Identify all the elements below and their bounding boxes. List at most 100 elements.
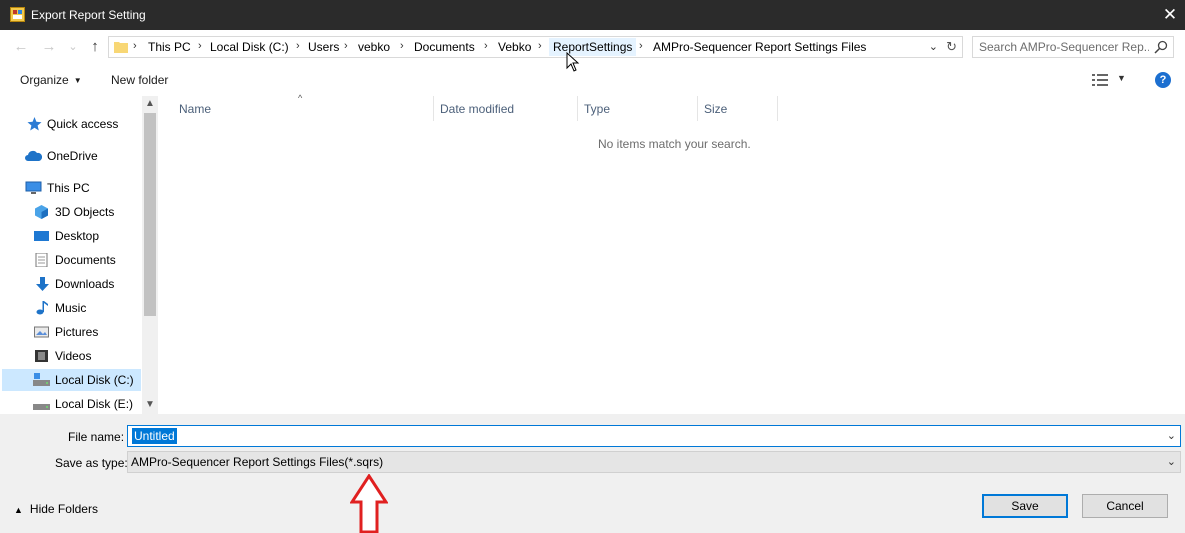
- breadcrumb-current-folder[interactable]: AMPro-Sequencer Report Settings Files: [653, 40, 866, 54]
- caret-down-icon: ▼: [73, 76, 82, 85]
- breadcrumb-vebko-user[interactable]: vebko: [358, 40, 390, 54]
- mouse-pointer-icon: [566, 52, 580, 72]
- caret-up-icon: ▲: [14, 505, 23, 515]
- save-button[interactable]: Save: [982, 494, 1068, 518]
- sidebar-item-label: Downloads: [55, 277, 115, 291]
- column-header-type[interactable]: Type: [584, 102, 610, 120]
- sidebar-item-label: 3D Objects: [55, 205, 115, 219]
- breadcrumb-this-pc[interactable]: This PC: [148, 40, 191, 54]
- pictures-icon: [34, 326, 49, 338]
- sidebar-item-label: Local Disk (C:): [55, 373, 134, 387]
- sidebar-item-label: Local Disk (E:): [55, 397, 134, 411]
- file-name-field[interactable]: Untitled ⌄: [127, 425, 1181, 447]
- view-options-icon[interactable]: [1092, 73, 1108, 87]
- sidebar-item-label: Documents: [55, 253, 116, 267]
- search-input[interactable]: [979, 39, 1149, 55]
- sidebar-item-quick-access[interactable]: Quick access: [2, 113, 141, 135]
- cube-icon: [35, 205, 48, 219]
- address-bar[interactable]: › This PC › Local Disk (C:) › Users › ve…: [108, 36, 963, 58]
- sidebar-item-onedrive[interactable]: OneDrive: [2, 145, 141, 167]
- sidebar-item-downloads[interactable]: Downloads: [2, 273, 141, 295]
- file-name-label: File name:: [68, 430, 125, 444]
- search-box[interactable]: [972, 36, 1174, 58]
- chevron-down-icon[interactable]: ⌄: [1167, 429, 1176, 442]
- breadcrumb-users[interactable]: Users: [308, 40, 339, 54]
- sidebar-item-local-disk-e[interactable]: Local Disk (E:): [2, 393, 141, 414]
- recent-locations-icon[interactable]: ⌄: [64, 38, 82, 56]
- navigation-scrollbar[interactable]: ▲ ▼: [142, 96, 158, 414]
- breadcrumb-separator: ›: [344, 40, 348, 52]
- navigation-pane: Quick access OneDrive This PC 3D Objects…: [0, 96, 158, 414]
- download-icon: [36, 277, 49, 291]
- sidebar-item-label: Quick access: [47, 117, 119, 131]
- desktop-icon: [34, 231, 49, 241]
- scroll-up-icon[interactable]: ▲: [145, 98, 155, 109]
- organize-menu-button[interactable]: Organize ▼: [20, 73, 82, 87]
- sidebar-item-desktop[interactable]: Desktop: [2, 225, 141, 247]
- sidebar-item-3d-objects[interactable]: 3D Objects: [2, 201, 141, 223]
- sidebar-item-label: Music: [55, 301, 87, 315]
- app-icon: [10, 7, 25, 22]
- new-folder-button[interactable]: New folder: [111, 73, 168, 87]
- close-icon[interactable]: ✕: [1155, 0, 1185, 30]
- sidebar-item-documents[interactable]: Documents: [2, 249, 141, 271]
- column-divider[interactable]: [577, 96, 578, 121]
- column-header-name[interactable]: Name: [179, 102, 211, 120]
- breadcrumb-local-disk[interactable]: Local Disk (C:): [210, 40, 289, 54]
- save-as-type-value: AMPro-Sequencer Report Settings Files(*.…: [131, 455, 384, 469]
- search-icon[interactable]: [1154, 40, 1168, 54]
- cancel-button[interactable]: Cancel: [1082, 494, 1168, 518]
- video-icon: [35, 350, 48, 362]
- file-name-input-value[interactable]: Untitled: [132, 428, 177, 444]
- window-title: Export Report Setting: [31, 8, 146, 22]
- save-as-type-select[interactable]: AMPro-Sequencer Report Settings Files(*.…: [127, 451, 1181, 473]
- breadcrumb-documents[interactable]: Documents: [414, 40, 475, 54]
- breadcrumb-separator: ›: [133, 40, 137, 52]
- scrollbar-thumb[interactable]: [144, 113, 156, 316]
- sidebar-item-label: Pictures: [55, 325, 99, 339]
- computer-icon: [25, 181, 42, 194]
- breadcrumb-report-settings[interactable]: ReportSettings: [549, 38, 637, 56]
- column-divider[interactable]: [697, 96, 698, 121]
- save-options-panel: File name: Untitled ⌄ Save as type: AMPr…: [0, 414, 1185, 533]
- document-icon: [35, 253, 48, 267]
- hide-folders-label: Hide Folders: [29, 502, 98, 516]
- breadcrumb-separator: ›: [639, 40, 643, 52]
- sidebar-item-label: OneDrive: [47, 149, 98, 163]
- column-header-size[interactable]: Size: [704, 102, 727, 120]
- help-icon[interactable]: ?: [1155, 72, 1171, 88]
- sidebar-item-label: Videos: [55, 349, 92, 363]
- sidebar-item-local-disk-c[interactable]: Local Disk (C:): [2, 369, 141, 391]
- sidebar-item-pictures[interactable]: Pictures: [2, 321, 141, 343]
- sidebar-item-music[interactable]: Music: [2, 297, 141, 319]
- cloud-icon: [25, 150, 42, 161]
- column-divider[interactable]: [777, 96, 778, 121]
- hide-folders-button[interactable]: ▲ Hide Folders: [14, 502, 98, 516]
- save-as-type-label: Save as type:: [55, 456, 128, 470]
- annotation-arrow-icon: [350, 474, 388, 533]
- address-dropdown-icon[interactable]: ⌄: [929, 40, 938, 53]
- scroll-down-icon[interactable]: ▼: [145, 399, 155, 410]
- chevron-down-icon[interactable]: ⌄: [1167, 455, 1176, 468]
- sort-ascending-icon: ^: [298, 93, 303, 103]
- forward-arrow-icon[interactable]: →: [40, 38, 58, 56]
- sidebar-item-videos[interactable]: Videos: [2, 345, 141, 367]
- star-icon: [27, 117, 42, 131]
- sidebar-item-label: This PC: [47, 181, 90, 195]
- up-arrow-icon[interactable]: ↑: [86, 38, 104, 56]
- column-header-date-modified[interactable]: Date modified: [440, 102, 514, 120]
- file-list-view[interactable]: Name ^ Date modified Type Size No items …: [158, 93, 1185, 414]
- refresh-icon[interactable]: ↻: [946, 39, 957, 55]
- sidebar-item-this-pc[interactable]: This PC: [2, 177, 141, 199]
- breadcrumb-separator: ›: [484, 40, 488, 52]
- view-dropdown-icon[interactable]: ▼: [1117, 73, 1126, 83]
- sidebar-item-label: Desktop: [55, 229, 100, 243]
- column-divider[interactable]: [433, 96, 434, 121]
- music-icon: [36, 301, 48, 315]
- title-bar: Export Report Setting ✕: [0, 0, 1185, 30]
- breadcrumb-vebko-folder[interactable]: Vebko: [498, 40, 531, 54]
- breadcrumb-separator: ›: [198, 40, 202, 52]
- back-arrow-icon[interactable]: ←: [12, 38, 30, 56]
- organize-label: Organize: [20, 73, 69, 87]
- folder-icon: [114, 42, 128, 53]
